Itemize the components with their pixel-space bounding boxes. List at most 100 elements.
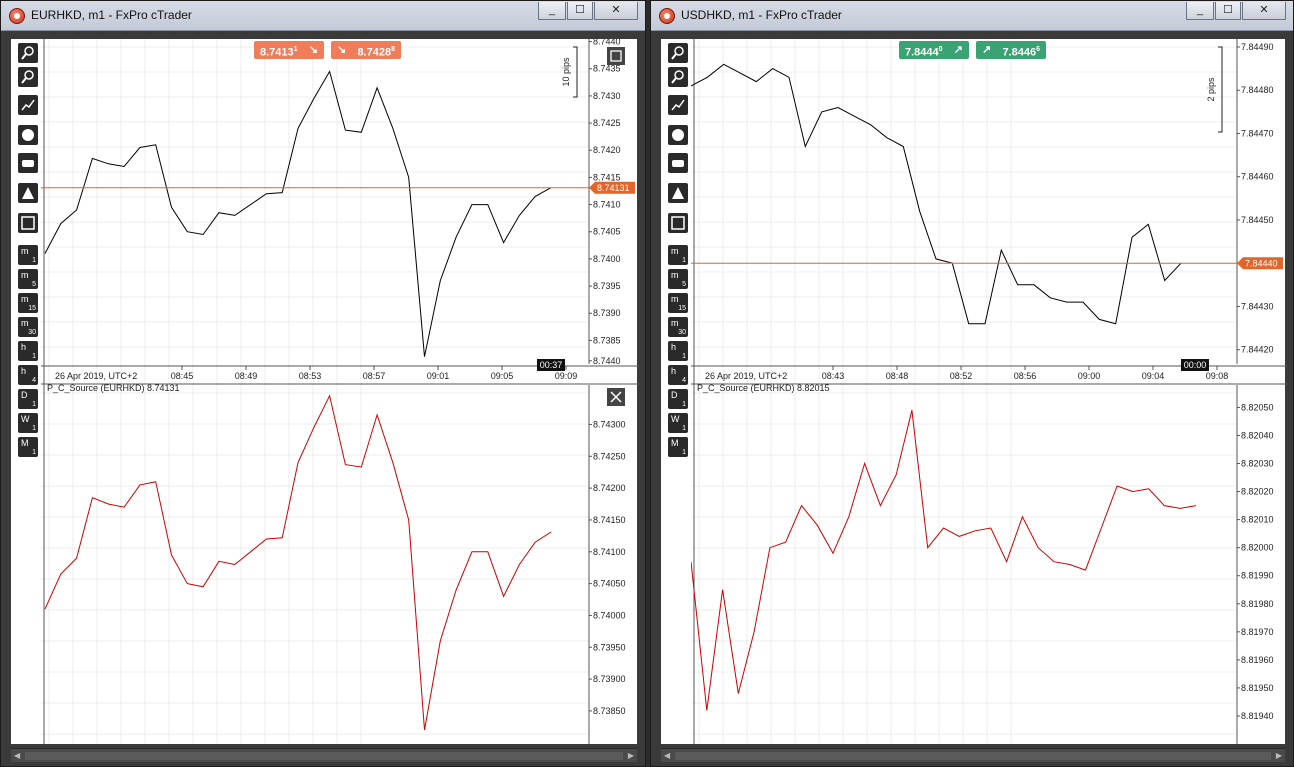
chart-canvas[interactable]: 8.74131 8.7440 8.7435 8.7430 8.7425 8.7420 8.7…	[41, 37, 639, 746]
title-bar[interactable]: EURHKD, m1 - FxPro cTrader _ ☐ ✕	[1, 1, 645, 31]
scroll-right-icon[interactable]: ▶	[628, 751, 634, 760]
line-shape	[671, 99, 685, 111]
timeframe-number: 1	[682, 425, 686, 432]
chart-area[interactable]: 8.74131 8.7440 8.7435 8.7430 8.7425 8.7420 8.7…	[41, 37, 639, 746]
object-manager-icon[interactable]	[668, 183, 688, 203]
window-title: USDHKD, m1 - FxPro cTrader	[681, 8, 842, 22]
timeframe-button-m5[interactable]: m5	[668, 269, 688, 289]
maximize-button[interactable]: ☐	[1215, 2, 1241, 20]
title-bar[interactable]: USDHKD, m1 - FxPro cTrader _ ☐ ✕	[651, 1, 1293, 31]
robot-body-shape	[22, 160, 34, 167]
timeframe-button-m30[interactable]: m 30	[18, 317, 38, 337]
timeframe-unit: h	[21, 366, 27, 376]
timeframe-button-D1[interactable]: D1	[18, 389, 38, 409]
chart-window-eurhkd: EURHKD, m1 - FxPro cTrader _ ☐ ✕ m 1 m 5 m 15…	[0, 0, 646, 767]
indicator-axis-label: 8.74150	[593, 515, 626, 525]
timeframe-button-m1[interactable]: m1	[18, 245, 38, 265]
scrollbar-thumb[interactable]	[25, 752, 623, 760]
minimize-button[interactable]: _	[1186, 2, 1214, 20]
indicator-axis-label: 8.81950	[1241, 683, 1274, 693]
line-chart-icon-glyph	[21, 99, 35, 111]
pips-scale-label: 10 pips	[561, 57, 571, 87]
timeframe-number: 30	[28, 329, 36, 336]
timeframe-unit: M	[671, 438, 679, 448]
sell-arrow-icon: ↗	[953, 44, 963, 56]
indicator-axis-label: 8.73950	[593, 642, 626, 652]
timeframe-button-W1[interactable]: W1	[18, 413, 38, 433]
timeframe-button-W1[interactable]: W1	[668, 413, 688, 433]
automate-robot-icon[interactable]	[668, 153, 688, 173]
scroll-right-icon[interactable]: ▶	[1276, 751, 1282, 760]
chart-settings-button[interactable]	[607, 47, 625, 65]
pips-scale-label: 2 pips	[1206, 77, 1216, 102]
social-share-icon[interactable]	[18, 125, 38, 145]
zoom-in-icon[interactable]	[668, 43, 688, 63]
object-manager-icon-glyph	[672, 187, 684, 199]
frame-shape	[671, 216, 685, 230]
timeframe-number: 1	[32, 425, 36, 432]
scroll-left-icon[interactable]: ◀	[664, 751, 670, 760]
social-share-icon-glyph	[22, 129, 34, 141]
zoom-out-icon[interactable]	[18, 67, 38, 87]
timeframe-button-h1[interactable]: h1	[668, 341, 688, 361]
line-chart-icon[interactable]	[18, 95, 38, 115]
timeframe-button-m30[interactable]: m 30	[668, 317, 688, 337]
buy-quote-button[interactable]: ↗ 7.84466	[976, 41, 1046, 59]
chart-window-usdhkd: USDHKD, m1 - FxPro cTrader _ ☐ ✕ m 1 m 5 m 15…	[650, 0, 1294, 767]
line-chart-icon[interactable]	[668, 95, 688, 115]
horizontal-scrollbar[interactable]: ◀ ▶	[11, 748, 637, 762]
object-manager-icon[interactable]	[18, 183, 38, 203]
indicator-axis-label: 8.82000	[1241, 543, 1274, 553]
timeframe-unit: m	[21, 318, 29, 328]
timeframe-button-h4[interactable]: h4	[18, 365, 38, 385]
timeframe-button-h1[interactable]: h1	[18, 341, 38, 361]
bar-countdown-label: 00:37	[540, 360, 563, 370]
bid-pipette: 0	[938, 46, 943, 53]
timeframe-unit: h	[671, 342, 677, 352]
indicator-axis-label: 8.81990	[1241, 571, 1274, 581]
timeframe-button-h4[interactable]: h4	[668, 365, 688, 385]
chart-canvas[interactable]: 7.844407.844907.844807.844707.844607.844…	[690, 39, 1287, 746]
indicator-axis-label: 8.74300	[593, 419, 626, 429]
chart-settings-icon[interactable]	[668, 213, 688, 233]
chart-settings-icon-glyph	[21, 216, 35, 230]
zoom-out-icon[interactable]	[668, 67, 688, 87]
timeframe-button-m5[interactable]: m5	[18, 269, 38, 289]
chart-toolbar: m 1 m 5 m 15 m 30 h 1 h 4 D 1 W 1 M 1	[661, 39, 691, 744]
social-share-icon[interactable]	[668, 125, 688, 145]
timeframe-number: 4	[32, 377, 36, 384]
timeframe-number: 1	[32, 257, 36, 264]
close-button[interactable]: ✕	[594, 2, 638, 20]
scrollbar-thumb[interactable]	[675, 752, 1271, 760]
timeframe-number: 1	[682, 353, 686, 360]
price-axis-label: 7.84480	[1241, 85, 1274, 95]
timeframe-button-M1[interactable]: M1	[668, 437, 688, 457]
maximize-button[interactable]: ☐	[567, 2, 593, 20]
minimize-button[interactable]: _	[538, 2, 566, 20]
timeframe-button-m1[interactable]: m1	[668, 245, 688, 265]
timeframe-number: 1	[32, 449, 36, 456]
timeframe-button-m15[interactable]: m 15	[668, 293, 688, 313]
timeframe-button-m15[interactable]: m 15	[18, 293, 38, 313]
indicator-axis-label: 8.73850	[593, 706, 626, 716]
chart-area[interactable]: 7.84440 7.84490 7.84480 7.84470 7.84460 7.844…	[690, 39, 1287, 746]
timeframe-button-M1[interactable]: M1	[18, 437, 38, 457]
chart-toolbar: m 1 m 5 m 15 m 30 h 1 h 4 D 1 W 1 M 1	[11, 39, 41, 744]
zoom-in-icon[interactable]	[18, 43, 38, 63]
close-button[interactable]: ✕	[1242, 2, 1286, 20]
current-price-label: 8.74131	[597, 183, 630, 193]
buy-quote-button[interactable]: ↘ 8.74288	[331, 41, 401, 59]
scroll-left-icon[interactable]: ◀	[14, 751, 20, 760]
ask-price: 7.8446	[1002, 46, 1037, 59]
sell-quote-button[interactable]: 8.74131 ↘	[254, 41, 324, 59]
horizontal-scrollbar[interactable]: ◀ ▶	[661, 748, 1285, 762]
time-axis-label: 08:52	[950, 371, 973, 381]
timeframe-number: 1	[32, 401, 36, 408]
triangle-shape	[672, 187, 684, 199]
automate-robot-icon-glyph	[22, 160, 34, 167]
automate-robot-icon[interactable]	[18, 153, 38, 173]
sell-quote-button[interactable]: 7.84440 ↗	[899, 41, 969, 59]
chart-settings-icon[interactable]	[18, 213, 38, 233]
price-axis-label: 7.84470	[1241, 128, 1274, 138]
timeframe-button-D1[interactable]: D1	[668, 389, 688, 409]
